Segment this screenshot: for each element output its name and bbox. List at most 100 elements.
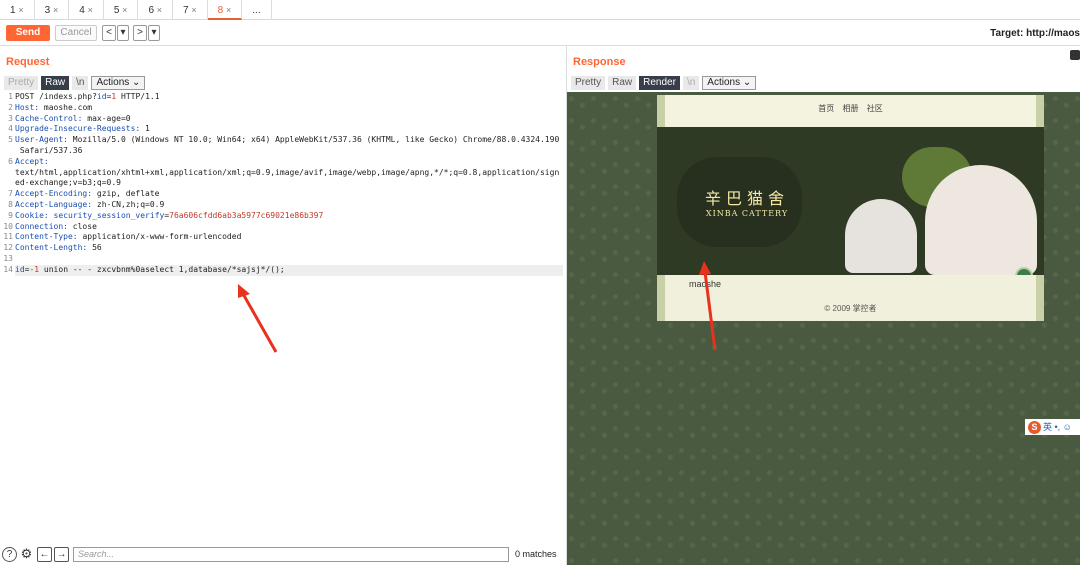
tab-raw[interactable]: Raw: [608, 76, 637, 90]
cat-image: [845, 199, 917, 273]
tab-pretty[interactable]: Pretty: [571, 76, 606, 90]
request-line: ed-exchange;v=b3;q=0.9: [15, 178, 121, 188]
tab-label: 3: [44, 5, 51, 16]
request-line: Content-Length: 56: [15, 243, 102, 253]
red-arrow-annotation: [238, 284, 278, 353]
line-number: [0, 178, 13, 189]
tab-2[interactable]: 3 ×: [35, 0, 70, 20]
tab-render[interactable]: Render: [639, 76, 680, 90]
next-match-arrow-icon[interactable]: →: [54, 547, 69, 562]
ime-status: 英 •, ☺: [1043, 422, 1072, 432]
request-line: Accept:: [15, 156, 49, 166]
tab-raw[interactable]: Raw: [41, 76, 70, 90]
site-banner: 辛巴猫舍 XINBA CATTERY: [657, 127, 1044, 275]
tab-3[interactable]: 4 ×: [69, 0, 104, 20]
request-line: Accept-Encoding: gzip, deflate: [15, 189, 160, 199]
site-header: 首页 相册 社区: [665, 95, 1036, 127]
site-nav[interactable]: 首页 相册 社区: [665, 103, 1036, 114]
close-icon[interactable]: ×: [88, 5, 93, 15]
close-icon[interactable]: ×: [18, 5, 23, 15]
tab-label: 6: [148, 5, 154, 16]
close-icon[interactable]: ×: [226, 5, 231, 15]
close-icon[interactable]: ×: [157, 5, 162, 15]
request-line: Host: maoshe.com: [15, 102, 93, 112]
previous-match-arrow-icon[interactable]: ←: [37, 547, 52, 562]
line-number: 6: [8, 156, 13, 166]
rendered-page: 首页 相册 社区 辛巴猫舍 XINBA CATTERY maoshe © 200…: [567, 92, 1080, 565]
target-label: Target: http://maos: [990, 28, 1080, 39]
close-icon[interactable]: ×: [53, 5, 58, 15]
sogou-logo-icon: S: [1028, 421, 1041, 434]
tab-pretty[interactable]: Pretty: [4, 76, 39, 90]
tab-6[interactable]: 7 ×: [173, 0, 208, 20]
tab-label: 1: [10, 5, 16, 16]
request-line: POST /indexs.php?id=1 HTTP/1.1: [15, 92, 160, 101]
line-number: 13: [3, 253, 13, 263]
cat-image: [925, 165, 1037, 275]
tab-label: 4: [79, 5, 85, 16]
request-line: Upgrade-Insecure-Requests: 1: [15, 124, 150, 134]
line-number: 7: [8, 189, 13, 199]
actions-dropdown[interactable]: Actions ⌄: [702, 76, 757, 90]
close-icon[interactable]: ×: [191, 5, 196, 15]
request-text[interactable]: POST /indexs.php?id=1 HTTP/1.1 Host: mao…: [15, 92, 563, 276]
tab-7[interactable]: 8 ×: [207, 0, 243, 20]
help-icon[interactable]: ?: [2, 547, 17, 562]
toolbar-divider: [0, 45, 1080, 46]
tab-1[interactable]: 1 ×: [0, 0, 35, 20]
back-button[interactable]: <: [102, 25, 116, 41]
line-number: 11: [3, 232, 13, 242]
back-history-dropdown[interactable]: ▾: [117, 25, 129, 41]
line-number: 1: [8, 92, 13, 101]
tab-label: 5: [113, 5, 120, 16]
line-number: 4: [8, 124, 13, 134]
banner-title-cn: 辛巴猫舍: [704, 189, 789, 208]
line-number: [0, 168, 13, 179]
response-view-tabs: Pretty Raw Render \n Actions ⌄: [571, 76, 759, 90]
line-number: 10: [3, 221, 13, 231]
line-number: 8: [8, 199, 13, 209]
tab-4[interactable]: 5 ×: [104, 0, 139, 20]
match-count: 0 matches: [515, 549, 557, 559]
tab-newline[interactable]: \n: [682, 76, 700, 90]
layout-toggle-icon[interactable]: [1070, 50, 1080, 60]
tab-5[interactable]: 6 ×: [138, 0, 174, 20]
request-title: Request: [6, 56, 50, 68]
tab-newline[interactable]: \n: [72, 76, 89, 90]
tab-label: 8: [217, 5, 224, 16]
line-number: 9: [8, 210, 13, 220]
red-arrow-annotation: [699, 261, 717, 351]
line-number: [0, 146, 13, 157]
line-number: 12: [3, 243, 13, 253]
request-line: Accept-Language: zh-CN,zh;q=0.9: [15, 199, 165, 209]
line-number-gutter: 12345 6 7 8 9 10 11 12 13 14: [0, 92, 13, 544]
request-line: Safari/537.36: [15, 145, 83, 155]
cancel-button[interactable]: Cancel: [55, 25, 97, 41]
banner-title-en: XINBA CATTERY: [705, 209, 789, 218]
request-view-tabs: Pretty Raw \n Actions ⌄: [4, 76, 148, 90]
request-line: text/html,application/xhtml+xml,applicat…: [15, 167, 560, 177]
request-line: [15, 254, 563, 265]
request-line: User-Agent: Mozilla/5.0 (Windows NT 10.0…: [15, 135, 560, 145]
request-line: Cache-Control: max-age=0: [15, 113, 131, 123]
request-line: Cookie: security_session_verify=76a606cf…: [15, 210, 324, 220]
toolbar: Send Cancel < ▾ > ▾ Target: http://maos: [0, 22, 1080, 44]
response-title: Response: [573, 56, 626, 68]
search-input[interactable]: Search...: [73, 547, 509, 562]
ime-toolbar[interactable]: S英 •, ☺: [1025, 419, 1080, 435]
line-number: 5: [8, 135, 13, 145]
send-button[interactable]: Send: [6, 25, 50, 41]
close-icon[interactable]: ×: [122, 5, 127, 15]
forward-button[interactable]: >: [133, 25, 147, 41]
line-number: 14: [3, 264, 13, 274]
forward-history-dropdown[interactable]: ▾: [148, 25, 160, 41]
line-number: 3: [8, 113, 13, 123]
actions-dropdown[interactable]: Actions ⌄: [91, 76, 146, 90]
tab-8[interactable]: ...: [242, 0, 272, 20]
request-body-line: id=-1 union -- - zxcvbnm%0aselect 1,data…: [15, 264, 563, 276]
tab-label: ...: [252, 5, 261, 16]
settings-gear-icon[interactable]: ⚙: [19, 547, 34, 562]
tab-bar: 1 × 3 × 4 × 5 × 6 × 7 × 8 ×...: [0, 0, 1080, 20]
tab-label: 7: [183, 5, 189, 16]
request-line: Connection: close: [15, 221, 97, 231]
